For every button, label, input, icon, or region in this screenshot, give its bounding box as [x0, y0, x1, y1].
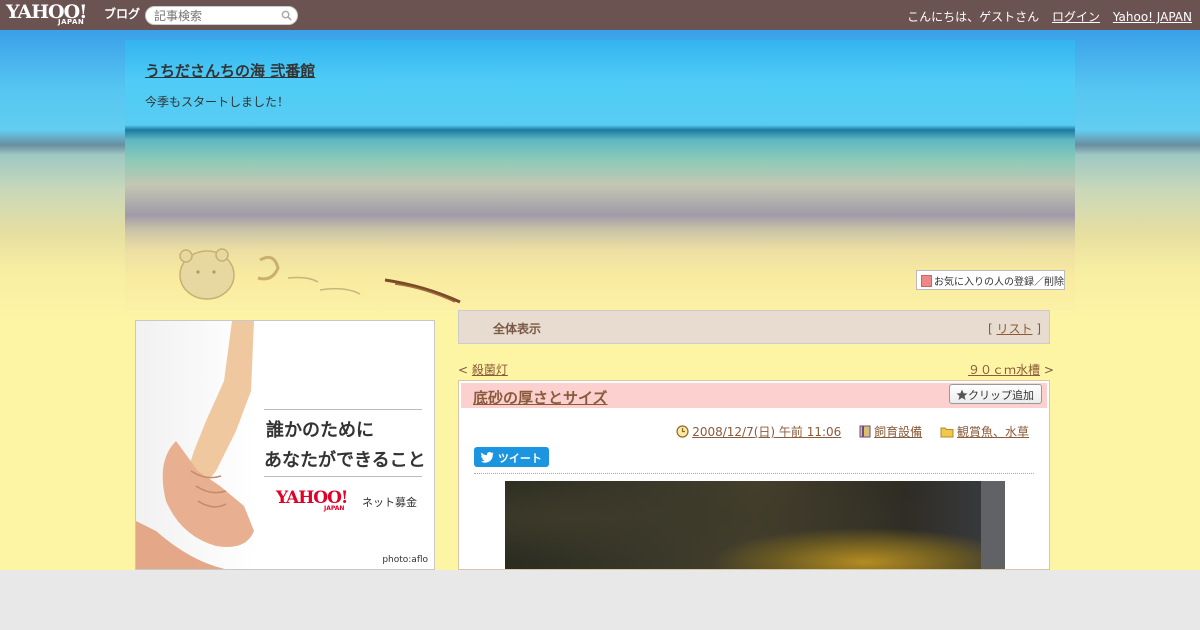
tweet-button[interactable]: ツイート [474, 447, 549, 467]
previous-post-link[interactable]: 殺菌灯 [472, 363, 508, 377]
next-post-link[interactable]: ９０ｃｍ水槽 [968, 363, 1040, 377]
blog-article: 底砂の厚さとサイズ クリップ追加 2008/12/7(日) 午前 11:06 飼… [458, 380, 1050, 570]
search-icon[interactable] [281, 10, 292, 21]
tweet-label: ツイート [497, 452, 542, 465]
photo-edge [981, 481, 1005, 569]
ad-divider-top [264, 409, 422, 410]
blog-title[interactable]: うちださんちの海 弐番館 [145, 60, 315, 81]
favorite-label: お気に入りの人の登録／削除 [934, 277, 1064, 288]
previous-post-nav: < 殺菌灯 [458, 363, 508, 377]
holding-hands-image [136, 321, 254, 569]
ad-yahoo-japan-text: JAPAN [324, 505, 345, 512]
aquarium-photo[interactable] [505, 481, 1005, 569]
twitter-bird-icon [481, 452, 494, 463]
logo-blog-text: ブログ [104, 7, 141, 21]
favorite-icon [921, 275, 932, 287]
summer-vacation-decoration [179, 248, 461, 304]
ad-service-name: ネット募金 [362, 496, 417, 509]
article-header: 底砂の厚さとサイズ クリップ追加 [461, 383, 1047, 408]
ad-headline-1: 誰かのために [266, 420, 374, 441]
ad-divider-bottom [264, 476, 422, 477]
article-category-link[interactable]: 飼育設備 [874, 425, 922, 439]
clock-icon [676, 425, 689, 438]
view-filter-bar: 全体表示 [ リスト ] [458, 310, 1050, 344]
filter-label: 全体表示 [493, 322, 542, 336]
article-date-link[interactable]: 2008/12/7(日) 午前 11:06 [692, 425, 841, 439]
article-title[interactable]: 底砂の厚さとサイズ [473, 387, 608, 408]
yahoo-japan-link[interactable]: Yahoo! JAPAN [1113, 10, 1192, 24]
sidebar-ad-banner[interactable]: 誰かのために あなたができること YAHOO! JAPAN ネット募金 phot… [135, 320, 435, 570]
list-view-toggle: [ リスト ] [987, 322, 1041, 336]
greeting-text: こんにちは、ゲストさん [907, 10, 1040, 24]
clip-add-label: クリップ追加 [968, 389, 1034, 402]
ad-headline-2: あなたができること [264, 450, 426, 471]
login-link[interactable]: ログイン [1052, 10, 1100, 24]
search-box [145, 6, 298, 25]
article-folder-link[interactable]: 観賞魚、水草 [957, 425, 1029, 439]
favorite-register-button[interactable]: お気に入りの人の登録／削除 [916, 270, 1065, 290]
book-icon [859, 425, 871, 438]
top-bar: YAHOO! JAPAN ブログ こんにちは、ゲストさん ログイン Yahoo!… [0, 0, 1200, 30]
blog-description: 今季もスタートしました！ [145, 95, 290, 109]
list-view-link[interactable]: リスト [996, 322, 1032, 336]
clip-add-button[interactable]: クリップ追加 [949, 384, 1042, 404]
search-input[interactable] [154, 8, 274, 23]
user-nav: こんにちは、ゲストさん ログイン Yahoo! JAPAN [907, 8, 1192, 25]
blog-container: うちださんちの海 弐番館 今季もスタートしました！ お気に入りの人の登録／削除 … [125, 40, 1075, 570]
star-icon [956, 389, 968, 400]
folder-icon [940, 427, 954, 438]
ad-photo-credit: photo:aflo [382, 555, 428, 565]
article-divider [474, 473, 1034, 474]
article-meta: 2008/12/7(日) 午前 11:06 飼育設備 観賞魚、水草 [676, 423, 1029, 440]
logo-sub-text: JAPAN [58, 18, 85, 26]
blog-header: うちださんちの海 弐番館 今季もスタートしました！ お気に入りの人の登録／削除 [125, 40, 1075, 310]
next-post-nav: ９０ｃｍ水槽 > [968, 363, 1054, 377]
